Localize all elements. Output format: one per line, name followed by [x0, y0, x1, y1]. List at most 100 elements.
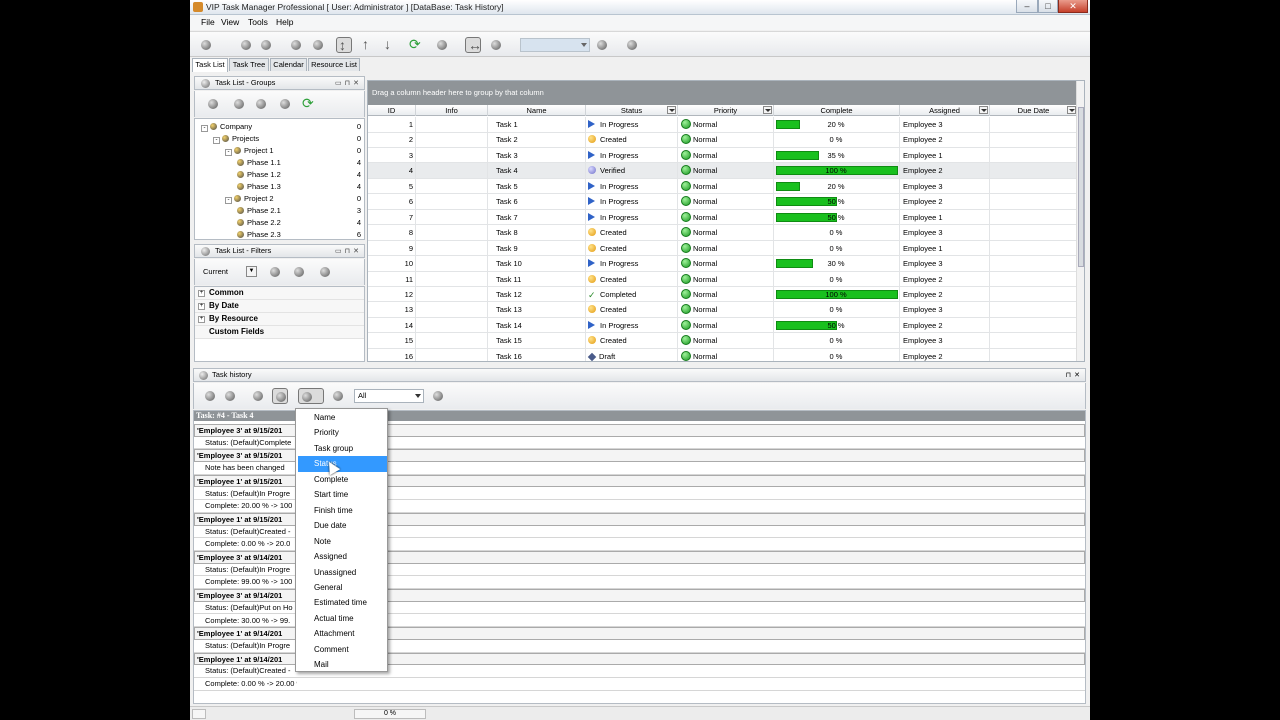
tree-node[interactable]: Phase 2.2	[237, 217, 281, 229]
column-header[interactable]: Status	[586, 105, 678, 116]
tree-node[interactable]: Phase 1.3	[237, 181, 281, 193]
collapse-toggle-icon[interactable]: -	[225, 197, 232, 204]
fit-columns-icon[interactable]: ↔	[465, 37, 482, 53]
vertical-scrollbar[interactable]	[1076, 81, 1084, 361]
column-header[interactable]: ID	[368, 105, 416, 116]
menu-view[interactable]: View	[221, 17, 239, 27]
group-refresh-icon[interactable]: ⟳	[301, 96, 317, 112]
group-delete-icon[interactable]	[277, 96, 293, 112]
expand-icon[interactable]: +	[198, 290, 205, 297]
tab-resource-list[interactable]: Resource List	[308, 58, 360, 71]
column-header[interactable]: Name	[488, 105, 586, 116]
table-row[interactable]: 4 Task 4 Verified Normal 100 % Employee 2	[368, 163, 1078, 179]
table-row[interactable]: 7 Task 7 In Progress Normal 50 % Employee 1	[368, 209, 1078, 226]
menu-item-unassigned[interactable]: Unassigned	[298, 565, 387, 581]
column-filter-icon[interactable]	[979, 106, 988, 114]
table-row[interactable]: 12 Task 12 ✓ Completed Normal 100 % Employee 2	[368, 286, 1078, 303]
menu-item-actual-time[interactable]: Actual time	[298, 611, 387, 627]
user-filter-icon[interactable]	[330, 388, 346, 404]
panel-controls[interactable]: ▭⊓✕	[335, 246, 362, 258]
column-header[interactable]: Complete	[774, 105, 900, 116]
tree-node[interactable]: Phase 2.3	[237, 229, 281, 241]
filter-category[interactable]: Custom Fields	[195, 326, 364, 339]
table-row[interactable]: 13 Task 13 Created Normal 0 % Employee 3	[368, 302, 1078, 318]
filter-add-icon[interactable]	[267, 264, 283, 280]
table-row[interactable]: 2 Task 2 Created Normal 0 % Employee 2	[368, 132, 1078, 148]
tree-node[interactable]: - Project 1	[225, 145, 274, 157]
table-row[interactable]: 10 Task 10 In Progress Normal 30 % Employee 3	[368, 256, 1078, 272]
history-detail[interactable]: Complete: 0.00 % -> 20.00 %	[194, 678, 1085, 691]
sort-desc-icon[interactable]	[272, 388, 288, 404]
table-row[interactable]: 8 Task 8 Created Normal 0 % Employee 3	[368, 225, 1078, 241]
move-down-icon[interactable]: ↓	[382, 37, 398, 53]
collapse-toggle-icon[interactable]: -	[201, 125, 208, 132]
sort-asc-icon[interactable]	[250, 388, 266, 404]
tree-node[interactable]: - Projects	[213, 133, 259, 145]
column-header[interactable]: Info	[416, 105, 488, 116]
menu-item-note[interactable]: Note	[298, 534, 387, 550]
menu-help[interactable]: Help	[276, 17, 293, 27]
column-filter-icon[interactable]	[763, 106, 772, 114]
table-row[interactable]: 16 Task 16 Draft Normal 0 % Employee 2	[368, 348, 1078, 361]
tree-node[interactable]: Phase 2.1	[237, 205, 281, 217]
menu-item-priority[interactable]: Priority	[298, 425, 387, 441]
history-filter-select[interactable]: All	[354, 389, 424, 403]
print-icon[interactable]	[202, 388, 218, 404]
minimize-button[interactable]: –	[1016, 0, 1038, 13]
menu-item-due-date[interactable]: Due date	[298, 518, 387, 534]
menu-item-attachment[interactable]: Attachment	[298, 626, 387, 642]
scrollbar-thumb[interactable]	[1078, 107, 1084, 267]
refresh-icon[interactable]: ⟳	[408, 37, 424, 53]
menu-item-comment[interactable]: Comment	[298, 642, 387, 658]
expand-icon[interactable]: +	[198, 303, 205, 310]
columns-icon[interactable]	[488, 37, 504, 53]
table-row[interactable]: 9 Task 9 Created Normal 0 % Employee 1	[368, 240, 1078, 257]
menu-file[interactable]: File	[201, 17, 215, 27]
table-row[interactable]: 5 Task 5 In Progress Normal 20 % Employee 3	[368, 178, 1078, 195]
menu-item-name[interactable]: Name	[298, 410, 387, 426]
tab-task-list[interactable]: Task List	[192, 58, 228, 72]
panel-controls[interactable]: ⊓✕	[1066, 370, 1083, 382]
filter-current-select[interactable]: Current ▼	[199, 265, 257, 279]
filter-category[interactable]: + By Date	[195, 300, 364, 313]
maximize-button[interactable]: □	[1038, 0, 1058, 13]
filter-category[interactable]: + By Resource	[195, 313, 364, 326]
move-up-icon[interactable]: ↑	[360, 37, 376, 53]
menu-item-general[interactable]: General	[298, 580, 387, 596]
menu-item-estimated-time[interactable]: Estimated time	[298, 595, 387, 611]
print-icon[interactable]	[594, 37, 610, 53]
filter-clear-icon[interactable]	[317, 264, 333, 280]
close-button[interactable]: ✕	[1058, 0, 1088, 13]
table-row[interactable]: 1 Task 1 In Progress Normal 20 % Employee 3	[368, 117, 1078, 133]
export-icon[interactable]	[624, 37, 640, 53]
table-row[interactable]: 14 Task 14 In Progress Normal 50 % Employee 2	[368, 317, 1078, 334]
tree-node[interactable]: - Project 2	[225, 193, 274, 205]
users-icon[interactable]	[258, 37, 274, 53]
tree-node[interactable]: Phase 1.1	[237, 157, 281, 169]
menu-item-mail[interactable]: Mail	[298, 657, 387, 673]
filter-category[interactable]: + Common	[195, 287, 364, 300]
print-preview-icon[interactable]	[222, 388, 238, 404]
table-row[interactable]: 15 Task 15 Created Normal 0 % Employee 3	[368, 333, 1078, 349]
tab-task-tree[interactable]: Task Tree	[229, 58, 269, 71]
panel-controls[interactable]: ▭⊓✕	[335, 78, 362, 90]
expand-icon[interactable]: +	[198, 316, 205, 323]
collapse-toggle-icon[interactable]: -	[213, 137, 220, 144]
tab-calendar[interactable]: Calendar	[270, 58, 307, 71]
column-header[interactable]: Assigned	[900, 105, 990, 116]
sort-icon[interactable]: ↕	[336, 37, 352, 53]
group-add-icon[interactable]	[231, 96, 247, 112]
table-row[interactable]: 3 Task 3 In Progress Normal 35 % Employee 1	[368, 147, 1078, 164]
view-select[interactable]	[520, 38, 590, 52]
user-icon[interactable]	[238, 37, 254, 53]
column-filter-icon[interactable]	[1067, 106, 1076, 114]
column-filter-icon[interactable]	[667, 106, 676, 114]
tree-node[interactable]: - Company	[201, 121, 252, 133]
column-header[interactable]: Priority	[678, 105, 774, 116]
note-icon[interactable]	[434, 37, 450, 53]
menu-item-start-time[interactable]: Start time	[298, 487, 387, 503]
connect-icon[interactable]	[198, 37, 214, 53]
filter-edit-icon[interactable]	[291, 264, 307, 280]
group-edit-icon[interactable]	[253, 96, 269, 112]
menu-item-assigned[interactable]: Assigned	[298, 549, 387, 565]
